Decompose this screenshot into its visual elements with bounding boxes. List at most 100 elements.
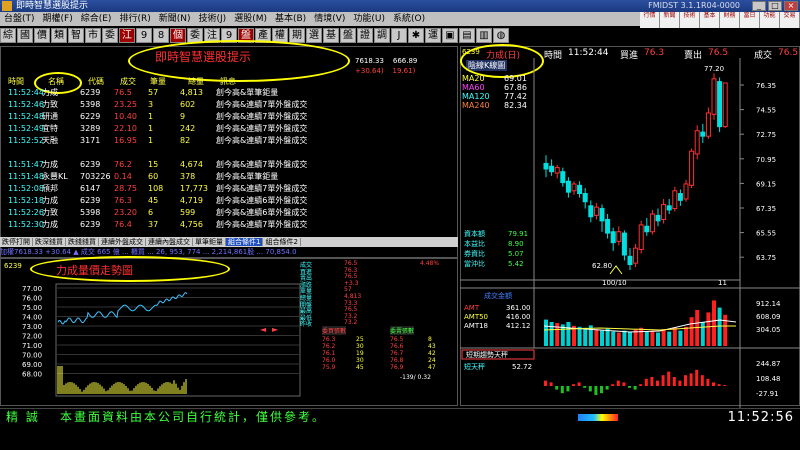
quick-button[interactable]: ▣ (442, 28, 458, 43)
table-row[interactable]: 11:52:49 宜特 3289 22.10 1 242 創今高&連續7單外盤成交 (8, 123, 448, 134)
menu-item[interactable]: 基本(B) (271, 12, 310, 26)
intraday-price-tick: 77.00 (22, 285, 42, 293)
quick-button[interactable]: 價 (34, 28, 50, 43)
quick-button[interactable]: ✱ (408, 28, 424, 43)
cell-vol: 378 (180, 172, 196, 181)
right-toolbar: 行情 新聞 技術 基本 財務 當日 功能 交易 (640, 12, 800, 28)
cell-msg: 創今高&連續7單外盤成交 (216, 184, 308, 193)
quick-button[interactable]: 個 (170, 28, 186, 43)
minimize-icon[interactable]: _ (752, 1, 766, 11)
quick-button[interactable]: ▥ (476, 28, 492, 43)
osc-bar (616, 380, 620, 386)
toolbar-button[interactable]: 基本 (700, 12, 720, 28)
quick-button[interactable]: 江 (119, 28, 135, 43)
cell-name: 宜特 (42, 124, 58, 133)
quick-button[interactable]: 運 (425, 28, 441, 43)
quick-button[interactable]: ▤ (459, 28, 475, 43)
candle-body (677, 193, 683, 201)
quick-button[interactable]: 8 (153, 28, 169, 43)
tab-item-active[interactable]: 組合條件1 (226, 238, 264, 246)
quick-button[interactable]: 證 (357, 28, 373, 43)
toolbar-button[interactable]: 功能 (760, 12, 780, 28)
table-row[interactable]: 11:52:18 力成 6239 76.3 45 4,719 創今高&連續6單外盤成交 (8, 195, 448, 206)
volume-title: 成交金額 (484, 291, 512, 300)
candle-body (560, 171, 566, 184)
condition-tabs: 跌停打開 跌深錢買 跌錢錢買 連續外盤成交 連續內盤成交 單筆鉅量 組合條件1 組合條件2 (0, 237, 458, 247)
table-row[interactable]: 11:51:47 力成 6239 76.2 15 4,674 創今高&連續7單外盤成交 (8, 159, 448, 170)
table-row[interactable]: 11:52:52 天融 3171 16.95 1 82 創今高&連續7單外盤成交 (8, 135, 448, 146)
volume-bar (566, 322, 571, 346)
quick-button[interactable]: 綜 (0, 28, 16, 43)
volume-bar (678, 330, 683, 346)
candle-body (577, 184, 583, 195)
table-row[interactable]: 11:51:48 永豐KL 703226 0.14 60 378 創今高&單筆鉅量 (8, 171, 448, 182)
cell-time: 11:52:18 (8, 196, 44, 205)
index-values: 7618.33 666.89 +30.64) 19.61) (355, 56, 417, 76)
cell-msg: 創今高&連續6單外盤成交 (216, 208, 308, 217)
osc-bar (544, 380, 547, 386)
volume-bar (600, 330, 604, 346)
volume-bar (605, 328, 610, 346)
tab-item[interactable]: 組合條件2 (263, 238, 301, 246)
quick-button[interactable]: 類 (51, 28, 67, 43)
toolbar-button[interactable]: 新聞 (660, 12, 680, 28)
col-header: 訊息 (220, 77, 236, 86)
table-row[interactable] (8, 147, 448, 158)
cell-price: 0.14 (114, 172, 132, 181)
toolbar-button[interactable]: 當日 (740, 12, 760, 28)
tab-item[interactable]: 跌錢錢買 (66, 238, 99, 246)
quick-button[interactable]: 盤 (340, 28, 356, 43)
tab-item[interactable]: 連續外盤成交 (99, 238, 146, 246)
toolbar-button[interactable]: 行情 (640, 12, 660, 28)
quick-button[interactable]: 調 (374, 28, 390, 43)
quick-button[interactable]: 9 (136, 28, 152, 43)
candle-body (627, 255, 633, 266)
menu-item[interactable]: 技術(J) (195, 12, 231, 26)
quick-button[interactable]: ◍ (493, 28, 509, 43)
menu-item[interactable]: 功能(U) (349, 12, 389, 26)
table-row[interactable]: 11:52:08 頎邦 6147 28.75 108 17,773 創今高&連續7單外盤成交 (8, 183, 448, 194)
table-row[interactable]: 11:52:46 力致 5398 23.25 3 602 創今高&連續7單外盤成交 (8, 99, 448, 110)
tab-item[interactable]: 連續內盤成交 (146, 238, 193, 246)
menu-item[interactable]: 選股(M) (230, 12, 271, 26)
menu-item[interactable]: 綜合(E) (77, 12, 116, 26)
cell-name: 力成 (42, 196, 58, 205)
brand-label: 精 誠 (6, 410, 40, 424)
toolbar-button[interactable]: 技術 (680, 12, 700, 28)
menu-item[interactable]: 期權(F) (39, 12, 77, 26)
scroll-arrow-icon[interactable]: ◄ (260, 325, 267, 334)
tab-item[interactable]: 單筆鉅量 (193, 238, 226, 246)
amt-value: 416.00 (506, 313, 531, 321)
price-tick: 74.55 (756, 107, 776, 115)
quick-button[interactable]: 委 (102, 28, 118, 43)
toolbar-button[interactable]: 財務 (720, 12, 740, 28)
toolbar-button[interactable]: 交易 (780, 12, 800, 28)
candle-body (661, 203, 667, 220)
osc-bar (672, 377, 676, 386)
menu-item[interactable]: 情境(V) (310, 12, 349, 26)
menu-item[interactable]: 台盤(T) (0, 12, 39, 26)
osc-bar (695, 369, 699, 386)
osc-bar (667, 371, 671, 386)
close-icon[interactable]: × (784, 1, 798, 11)
menu-item[interactable]: 系統(O) (389, 12, 429, 26)
quick-button[interactable]: 基 (323, 28, 339, 43)
tab-item[interactable]: 跌停打開 (0, 238, 33, 246)
cell-vol: 599 (180, 208, 196, 217)
table-row[interactable]: 11:52:44 力成 6239 76.5 57 4,813 創今高&單筆鉅量 (8, 87, 448, 98)
table-row[interactable]: 11:52:48 研通 6229 10.40 1 9 創今高&連續7單外盤成交 (8, 111, 448, 122)
quick-button[interactable]: 市 (85, 28, 101, 43)
scroll-arrow-icon[interactable]: ► (272, 325, 279, 334)
quick-button[interactable]: 國 (17, 28, 33, 43)
maximize-icon[interactable]: □ (768, 1, 782, 11)
table-row[interactable]: 11:52:30 力成 6239 76.4 37 4,756 創今高&連續7單外盤成交 (8, 219, 448, 230)
candle-body (621, 232, 627, 256)
quick-button[interactable]: 智 (68, 28, 84, 43)
menu-item[interactable]: 排行(R) (115, 12, 154, 26)
table-row[interactable]: 11:52:26 力致 5398 23.20 6 599 創今高&連續6單外盤成交 (8, 207, 448, 218)
tab-item[interactable]: 跌深錢買 (33, 238, 66, 246)
quick-button[interactable]: J (391, 28, 407, 43)
quick-button[interactable]: 期 (289, 28, 305, 43)
quick-button[interactable]: 選 (306, 28, 322, 43)
menu-item[interactable]: 新聞(N) (155, 12, 195, 26)
